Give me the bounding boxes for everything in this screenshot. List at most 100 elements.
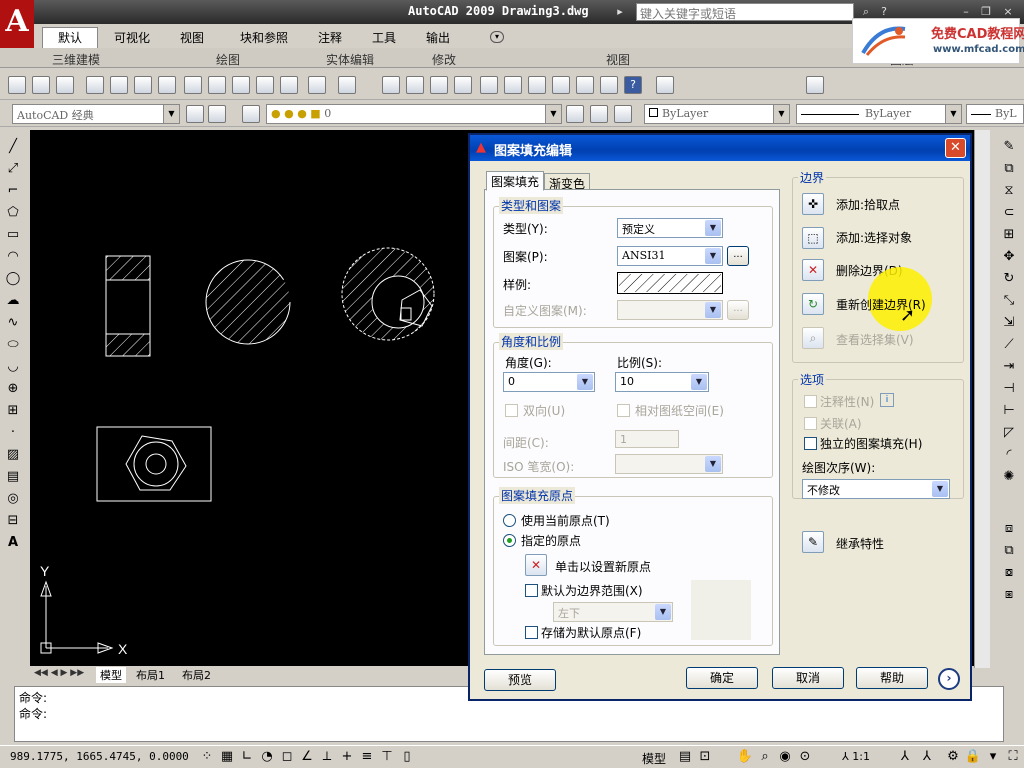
lineweight-toggle-icon[interactable]: ≡ — [358, 748, 376, 766]
rectangle-icon[interactable]: ▭ — [4, 226, 22, 244]
design-center-icon[interactable] — [504, 76, 522, 94]
layer-previous-icon[interactable] — [590, 105, 608, 123]
workspace-settings-icon[interactable] — [186, 105, 204, 123]
panel-3d-modeling[interactable]: 三维建模 — [52, 51, 100, 68]
draw-order-select[interactable]: 不修改 ▼ — [802, 479, 950, 499]
publish-icon[interactable] — [134, 76, 152, 94]
workspace-select[interactable]: AutoCAD 经典 ▼ — [12, 104, 180, 124]
angle-select[interactable]: 0 ▼ — [503, 372, 595, 392]
break-icon[interactable]: ⊣ — [1000, 380, 1018, 398]
lock-icon[interactable]: 🔒 — [964, 748, 982, 766]
scale-select[interactable]: 10 ▼ — [615, 372, 709, 392]
panel-view[interactable]: 视图 — [606, 51, 630, 68]
arc-icon[interactable]: ◠ — [4, 248, 22, 266]
print-preview-icon[interactable] — [110, 76, 128, 94]
annotation-scale[interactable]: ⅄ 1:1 — [842, 750, 870, 763]
ok-button[interactable]: 确定 — [686, 667, 758, 689]
grid-icon[interactable]: ▦ — [218, 748, 236, 766]
send-back-icon[interactable]: ⧇ — [1000, 564, 1018, 582]
remove-boundaries-icon[interactable]: ✕ — [802, 259, 824, 281]
properties-icon[interactable] — [480, 76, 498, 94]
zoom-window-icon[interactable] — [430, 76, 448, 94]
circle-icon[interactable]: ◯ — [4, 270, 22, 288]
pan-icon[interactable] — [382, 76, 400, 94]
polygon-icon[interactable]: ⬠ — [4, 204, 22, 222]
add-pick-points-icon[interactable]: ✜ — [802, 193, 824, 215]
sheet-set-icon[interactable] — [552, 76, 570, 94]
tab-output[interactable]: 输出 — [426, 29, 450, 46]
open-file-icon[interactable] — [32, 76, 50, 94]
preview-button[interactable]: 预览 — [484, 669, 556, 691]
ducs-icon[interactable]: ⟂ — [318, 748, 336, 766]
ribbon-toggle-icon[interactable]: ▾ — [490, 31, 504, 43]
zoom-status-icon[interactable]: ⌕ — [756, 748, 774, 766]
bring-above-icon[interactable]: ⧆ — [1000, 586, 1018, 604]
panel-solid-edit[interactable]: 实体编辑 — [326, 51, 374, 68]
cut-icon[interactable] — [184, 76, 202, 94]
polyline-icon[interactable]: ⌐ — [4, 182, 22, 200]
pattern-select[interactable]: ANSI31 ▼ — [617, 246, 723, 266]
undo-icon[interactable] — [308, 76, 326, 94]
redo-icon[interactable] — [338, 76, 356, 94]
status-tray-icon[interactable]: ▾ — [984, 748, 1002, 766]
line-icon[interactable]: ╱ — [4, 138, 22, 156]
clean-screen-icon[interactable]: ⛶ — [1004, 748, 1022, 766]
quick-properties-icon[interactable]: ▯ — [398, 748, 416, 766]
erase-icon[interactable]: ✎ — [1000, 138, 1018, 156]
draw-order-icon[interactable]: ⧈ — [1000, 520, 1018, 538]
layout-nav-icon[interactable]: ◀◀ ◀ ▶ ▶▶ — [34, 668, 84, 678]
showmotion-icon[interactable]: ⊙ — [796, 748, 814, 766]
model-space-label[interactable]: 模型 — [642, 750, 666, 767]
text-style-icon[interactable] — [656, 76, 674, 94]
multiline-text-icon[interactable]: A — [4, 534, 22, 552]
annotation-visibility-icon[interactable]: ⅄ — [896, 748, 914, 766]
otrack-icon[interactable]: ∠ — [298, 748, 316, 766]
color-select[interactable]: ByLayer ▼ — [644, 104, 790, 124]
expand-options-button[interactable]: › — [938, 668, 960, 690]
specified-origin-radio[interactable] — [503, 534, 516, 547]
quick-view-icon[interactable]: ⊡ — [696, 748, 714, 766]
add-select-objects-label[interactable]: 添加:选择对象 — [836, 229, 912, 246]
match-properties-icon[interactable] — [280, 76, 298, 94]
app-menu-button[interactable]: A — [0, 0, 34, 48]
add-pick-points-label[interactable]: 添加:拾取点 — [836, 196, 900, 213]
paste-block-icon[interactable] — [256, 76, 274, 94]
stretch-icon[interactable]: ⇲ — [1000, 314, 1018, 332]
tab-view[interactable]: 视图 — [180, 29, 204, 46]
layout-view-icon[interactable]: ▤ — [676, 748, 694, 766]
tab-visualize[interactable]: 可视化 — [114, 29, 150, 46]
paste-icon[interactable] — [232, 76, 250, 94]
zoom-previous-icon[interactable] — [454, 76, 472, 94]
dyn-icon[interactable]: + — [338, 748, 356, 766]
search-input[interactable]: 键入关键字或短语 — [636, 3, 854, 21]
make-current-layer-icon[interactable] — [566, 105, 584, 123]
panel-modify[interactable]: 修改 — [432, 51, 456, 68]
tab-annotate[interactable]: 注释 — [318, 29, 342, 46]
recreate-boundary-icon[interactable]: ↻ — [802, 293, 824, 315]
dialog-close-button[interactable]: ✕ — [945, 138, 966, 158]
tab-default[interactable]: 默认 — [42, 27, 98, 48]
tab-blocks[interactable]: 块和参照 — [240, 29, 288, 46]
default-extents-checkbox[interactable] — [525, 584, 538, 597]
ellipse-icon[interactable]: ⬭ — [4, 336, 22, 354]
table-icon[interactable]: ⊟ — [4, 512, 22, 530]
pan-status-icon[interactable]: ✋ — [736, 748, 754, 766]
independent-hatch-checkbox[interactable] — [804, 437, 817, 450]
save-icon[interactable] — [56, 76, 74, 94]
gradient-icon[interactable]: ▤ — [4, 468, 22, 486]
construction-line-icon[interactable]: ⤢ — [4, 160, 22, 178]
store-default-origin-checkbox[interactable] — [525, 626, 538, 639]
pattern-sample[interactable] — [617, 272, 723, 294]
lineweight-select[interactable]: ByL — [966, 104, 1024, 124]
tab-model[interactable]: 模型 — [96, 667, 126, 683]
new-file-icon[interactable] — [8, 76, 26, 94]
inherit-properties-label[interactable]: 继承特性 — [836, 535, 884, 552]
insert-block-icon[interactable]: ⊕ — [4, 380, 22, 398]
dialog-title-bar[interactable]: ▲ 图案填充编辑 ✕ — [470, 135, 970, 161]
tab-layout1[interactable]: 布局1 — [136, 667, 165, 683]
tab-hatch[interactable]: 图案填充 — [486, 171, 545, 191]
layer-properties-icon[interactable] — [242, 105, 260, 123]
workspace-switch-icon[interactable] — [208, 105, 226, 123]
trim-icon[interactable]: ⟋ — [1000, 336, 1018, 354]
layer-state-icon[interactable] — [614, 105, 632, 123]
